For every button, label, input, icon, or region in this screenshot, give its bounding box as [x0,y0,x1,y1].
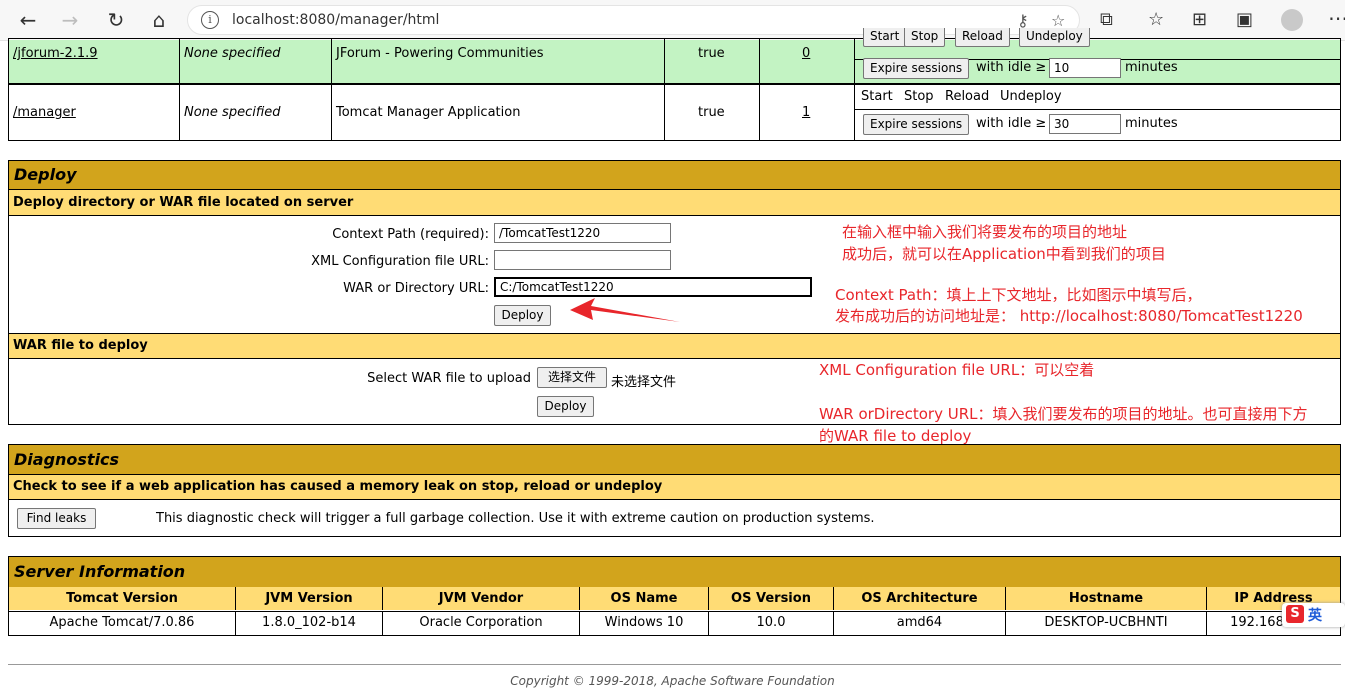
forward-arrow-icon: → [61,8,79,32]
server-info-header: JVM Version [236,587,383,610]
address-url[interactable]: localhost:8080/manager/html [232,12,439,28]
idle-minutes-input[interactable] [1049,114,1121,134]
app-running: true [698,105,725,120]
annotation-line: 发布成功后的访问地址是： http://localhost:8080/Tomca… [835,307,1303,325]
expire-sessions-button[interactable]: Expire sessions [863,114,970,135]
app-row-jforum: /jforum-2.1.9 None specified JForum - Po… [8,28,1341,84]
footer-copyright: Copyright © 1999-2018, Apache Software F… [510,674,835,688]
forward-button[interactable]: → [56,6,84,34]
diagnostics-section: Diagnostics Check to see if a web applic… [8,444,1341,537]
server-info-value: amd64 [834,611,1006,635]
server-info-value: Apache Tomcat/7.0.86 [9,611,236,635]
context-path-input[interactable] [494,223,671,243]
undeploy-command[interactable]: Undeploy [1000,89,1062,104]
app-commands: Start Stop Reload Undeploy [860,28,1340,47]
extensions-icon[interactable]: ⧉ [1100,9,1113,30]
diagnostics-title: Diagnostics [9,445,1340,474]
server-info-value: Oracle Corporation [383,611,580,635]
home-button[interactable]: ⌂ [145,6,173,34]
xml-config-label: XML Configuration file URL: [311,254,489,269]
idle-minutes-input[interactable] [1049,58,1121,78]
app-running: true [698,46,725,61]
xml-config-input[interactable] [494,250,671,270]
reload-button[interactable]: Reload [955,28,1010,47]
server-info-value: DESKTOP-UCBHNTI [1006,611,1207,635]
app-display-name: JForum - Powering Communities [336,46,544,61]
more-menu-icon[interactable]: ⋯ [1328,6,1345,30]
context-path-label: Context Path (required): [332,227,489,242]
minutes-label: minutes [1125,116,1178,131]
server-info-value: Windows 10 [580,611,709,635]
app-path-link[interactable]: /manager [13,105,76,120]
find-leaks-button[interactable]: Find leaks [17,508,96,529]
diagnostics-subtitle: Check to see if a web application has ca… [9,474,1340,500]
reload-icon: ↻ [107,8,125,32]
back-button[interactable]: ← [14,6,42,34]
war-directory-input[interactable] [494,277,812,297]
choose-file-button[interactable]: 选择文件 [537,367,607,388]
app-sessions-link[interactable]: 1 [802,105,810,120]
favorites-icon[interactable]: ☆ [1148,9,1164,30]
war-section-title: WAR file to deploy [9,333,1340,359]
home-icon: ⌂ [152,8,166,32]
stop-command[interactable]: Stop [904,89,934,104]
start-command[interactable]: Start [861,89,893,104]
app-version: None specified [184,46,281,61]
with-idle-label: with idle ≥ [976,116,1047,131]
app-sessions-link[interactable]: 0 [802,46,810,61]
select-war-label: Select WAR file to upload [367,371,531,386]
start-button[interactable]: Start [863,28,907,47]
war-deploy-button[interactable]: Deploy [537,396,594,417]
annotation-line: WAR orDirectory URL：填入我们要发布的项目的地址。也可直接用下… [819,405,1308,423]
server-info-header: OS Version [709,587,834,610]
server-info-title: Server Information [9,557,1340,587]
ime-toolbar[interactable]: S 英 [1282,603,1345,627]
minutes-label: minutes [1125,60,1178,75]
deploy-button[interactable]: Deploy [494,305,551,326]
deploy-subtitle: Deploy directory or WAR file located on … [9,189,1340,216]
server-info-header: OS Name [580,587,709,610]
collections-icon[interactable]: ⊞ [1192,9,1207,30]
war-directory-label: WAR or Directory URL: [343,281,489,296]
undeploy-button[interactable]: Undeploy [1019,28,1090,47]
stop-button[interactable]: Stop [904,28,946,47]
back-arrow-icon: ← [19,8,37,32]
app-path-link[interactable]: /jforum-2.1.9 [13,46,98,61]
server-info-header: Tomcat Version [9,587,236,610]
app-display-name: Tomcat Manager Application [336,105,521,120]
deploy-title: Deploy [9,161,1340,189]
no-file-chosen-text: 未选择文件 [611,375,677,390]
annotation-arrow [570,298,680,322]
server-info-header: Hostname [1006,587,1207,610]
screenshot-icon[interactable]: ▣ [1236,9,1253,30]
annotation-line: Context Path：填上上下文地址，比如图示中填写后， [835,286,1202,304]
reload-command[interactable]: Reload [945,89,989,104]
with-idle-label: with idle ≥ [976,60,1047,75]
annotation-line: 成功后，就可以在Application中看到我们的项目 [842,245,1166,263]
server-info-header: JVM Vendor [383,587,580,610]
expire-sessions-button[interactable]: Expire sessions [863,58,970,79]
ime-logo-icon: S [1286,605,1304,623]
footer-divider [8,664,1341,665]
server-info-header: OS Architecture [834,587,1006,610]
reload-button[interactable]: ↻ [102,6,130,34]
app-version: None specified [184,105,281,120]
ime-mode[interactable]: 英 [1308,605,1322,625]
diagnostics-description: This diagnostic check will trigger a ful… [156,511,875,526]
server-info-value: 1.8.0_102-b14 [236,611,383,635]
server-info-value: 10.0 [709,611,834,635]
annotation-line: 的WAR file to deploy [819,427,972,445]
site-info-icon[interactable]: i [201,11,219,29]
annotation-line: 在输入框中输入我们将要发布的项目的地址 [842,223,1128,241]
annotation-line: XML Configuration file URL：可以空着 [819,361,1095,379]
annotation-arrow-shape [570,298,680,322]
app-row-manager: /manager None specified Tomcat Manager A… [8,84,1341,141]
